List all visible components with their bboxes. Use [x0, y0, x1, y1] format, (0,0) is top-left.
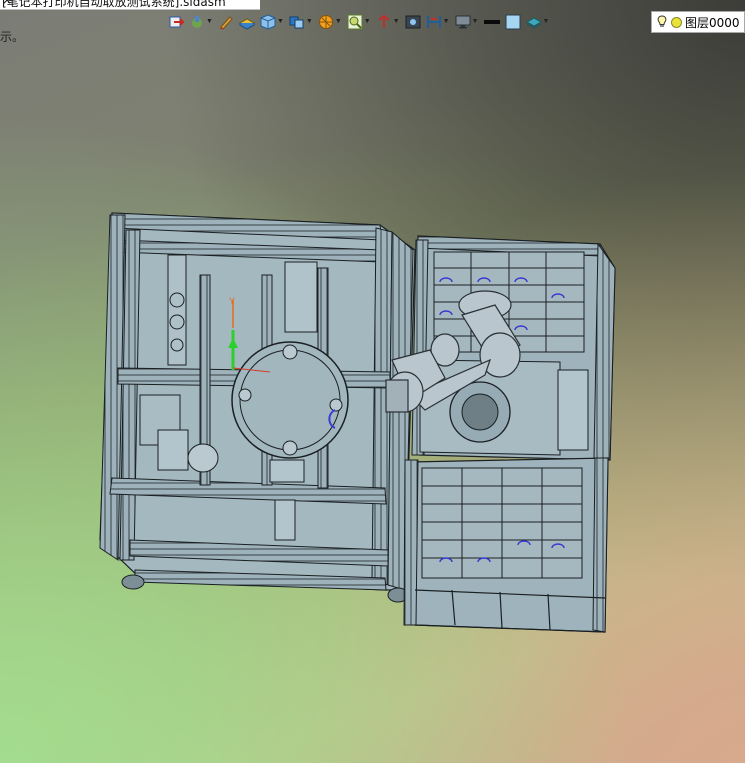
chevron-down-icon[interactable]: ▼	[364, 14, 371, 30]
document-tab[interactable]: [笔记本打印机自动取放测试系统].sldasm ×	[0, 0, 260, 10]
chevron-down-icon[interactable]: ▼	[206, 14, 213, 30]
right-lower-cabinet	[403, 457, 609, 633]
view-settings-icon	[405, 15, 421, 29]
chevron-down-icon[interactable]: ▼	[277, 14, 284, 30]
chevron-down-icon[interactable]: ▼	[393, 14, 400, 30]
monitor-icon	[455, 15, 471, 29]
toolbar-item-view-orientation[interactable]: ▼	[260, 11, 284, 33]
toolbar-item-exit-sketch[interactable]	[168, 11, 184, 33]
chevron-down-icon[interactable]: ▼	[443, 14, 450, 30]
section-view-icon	[238, 18, 255, 30]
display-style-icon	[289, 16, 304, 29]
exit-sketch-icon	[169, 16, 184, 28]
line-color-icon	[483, 20, 500, 24]
toolbar-item-smart-dimension[interactable]: ▼	[189, 11, 213, 33]
layer-color-icon	[671, 16, 682, 28]
toolbar-item-section-view[interactable]	[238, 11, 255, 33]
toolbar-item-hide-show[interactable]: ▼	[318, 11, 342, 33]
layer-selector[interactable]: 图层0000	[651, 11, 745, 33]
close-icon[interactable]: ×	[2, 0, 12, 7]
rotate-view-icon	[426, 16, 441, 28]
chevron-down-icon[interactable]: ▼	[472, 14, 479, 30]
chevron-down-icon[interactable]: ▼	[306, 14, 313, 30]
apply-scene-icon	[378, 14, 390, 28]
lightbulb-icon	[657, 15, 667, 27]
hide-show-items-icon	[318, 15, 333, 29]
toolbar-item-layers[interactable]: ▼	[525, 11, 550, 33]
chevron-down-icon[interactable]: ▼	[543, 14, 550, 30]
toolbar-item-line-color[interactable]	[483, 11, 500, 33]
smart-dimension-icon	[192, 16, 202, 28]
toolbar-item-edit[interactable]	[218, 11, 234, 33]
triad-y-label: Y	[229, 296, 235, 306]
toolbar-item-appearance[interactable]: ▼	[347, 11, 371, 33]
edit-pencil-icon	[219, 16, 233, 30]
toolbar-item-color-box[interactable]	[505, 11, 521, 33]
chevron-down-icon[interactable]: ▼	[335, 14, 342, 30]
toolbar-item-display-style[interactable]: ▼	[289, 11, 313, 33]
heads-up-view-toolbar: ▼ ▼ ▼ ▼ ▼ ▼ ▼ ▼ ▼	[168, 10, 554, 34]
status-text-fragment: 示。	[0, 30, 25, 44]
edit-appearance-icon	[347, 14, 363, 30]
tray-grid-lower	[421, 467, 583, 579]
view-orientation-cube-icon	[260, 14, 276, 30]
toolbar-item-view-settings[interactable]	[405, 11, 421, 33]
assembly-model[interactable]: Y	[0, 0, 745, 763]
toolbar-item-scene[interactable]: ▼	[376, 11, 400, 33]
layer-name: 图层0000	[685, 15, 740, 30]
toolbar-item-rotate[interactable]: ▼	[426, 11, 450, 33]
color-box-icon	[505, 14, 520, 30]
toolbar-item-monitor[interactable]: ▼	[455, 11, 479, 33]
layers-icon	[525, 17, 542, 29]
document-title: [笔记本打印机自动取放测试系统].sldasm	[2, 0, 226, 9]
